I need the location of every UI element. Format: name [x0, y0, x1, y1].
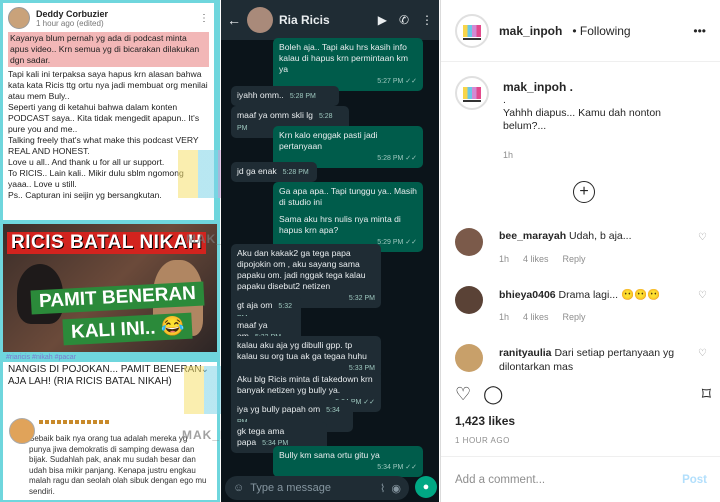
- message-time: 5:34 PM ✓✓: [377, 464, 417, 471]
- avatar[interactable]: [455, 286, 483, 314]
- message-text: iyahh omm..: [237, 90, 284, 100]
- back-arrow-icon[interactable]: ←: [227, 12, 241, 28]
- heart-icon[interactable]: ♡: [698, 348, 707, 359]
- avatar: [9, 418, 35, 444]
- message-text: kalau aku aja yg dibulli gpp. tp kalau s…: [237, 340, 367, 361]
- comment-text: Drama lagi... 😶😶😶: [558, 289, 661, 301]
- username[interactable]: mak_inpoh: [499, 24, 562, 38]
- comment-user[interactable]: ranityaulia Dari setiap pertanyaan yg di…: [499, 346, 699, 374]
- heart-icon[interactable]: ♡: [698, 290, 707, 301]
- thumbnail-title-top: RICIS BATAL NIKAH: [7, 232, 207, 254]
- message-text: Ga apa apa.. Tapi tunggu ya.. Masih di s…: [279, 186, 417, 207]
- chat-message[interactable]: Boleh aja.. Tapi aku hrs kasih info kala…: [273, 38, 423, 91]
- avatar[interactable]: [455, 76, 489, 110]
- comment-meta: 1h 4 likes Reply: [499, 312, 586, 322]
- caption-user[interactable]: mak_inpoh .: [503, 80, 573, 94]
- heart-icon[interactable]: ♡: [455, 384, 471, 405]
- post-author[interactable]: Deddy Corbuzier: [36, 9, 108, 19]
- message-text: Aku dan kakak2 ga tega papa dipojokin om…: [237, 248, 366, 291]
- chat-message[interactable]: jd ga enak 5:28 PM: [231, 162, 317, 182]
- comment-text: Sebaik baik nya orang tua adalah mereka …: [29, 434, 207, 496]
- comment-icon[interactable]: ◯: [483, 384, 503, 405]
- comment-meta: 1h 4 likes Reply: [499, 254, 586, 264]
- post-button[interactable]: Post: [682, 474, 707, 486]
- comment-text: Udah, b aja...: [569, 230, 632, 242]
- message-input[interactable]: ☺ Type a message ⌇ ◉: [225, 476, 409, 500]
- phone-icon[interactable]: ✆: [399, 13, 409, 27]
- caption-time: 1h: [503, 150, 514, 160]
- reply-button[interactable]: Reply: [563, 254, 586, 264]
- action-bar: ♡ ◯ ⌑: [455, 384, 711, 405]
- more-options-icon[interactable]: •••: [693, 24, 706, 38]
- thumbnail-title-bottom: KALI INI.. 😂: [62, 312, 193, 346]
- message-text: Boleh aja.. Tapi aku hrs kasih info kala…: [279, 42, 408, 74]
- more-options-icon[interactable]: ⋮: [421, 13, 433, 27]
- comment-user[interactable]: bhieya0406 Drama lagi... 😶😶😶: [499, 288, 660, 301]
- caption-text: . Yahhh diapus... Kamu dah nonton belum?…: [503, 94, 662, 132]
- avatar[interactable]: [455, 344, 483, 372]
- instagram-panel: mak_inpoh • Following ••• mak_inpoh . . …: [440, 0, 720, 502]
- message-text: Sama aku hrs nulis nya minta di hapus kr…: [279, 214, 401, 235]
- message-text: Aku blg Ricis minta di takedown krn bany…: [237, 374, 373, 395]
- add-comment-bar: Add a comment... Post: [441, 456, 720, 502]
- comment-card: Sebaik baik nya orang tua adalah mereka …: [3, 414, 217, 500]
- message-text: maaf ya omm skli lg: [237, 110, 313, 120]
- commenter-name-scribble: [39, 420, 109, 424]
- add-comment-input[interactable]: Add a comment...: [455, 474, 682, 486]
- reply-button[interactable]: Reply: [563, 312, 586, 322]
- message-text: iya yg bully papah om: [237, 404, 321, 414]
- post-header: mak_inpoh • Following •••: [441, 0, 720, 62]
- message-time: 5:28 PM: [289, 93, 316, 100]
- avatar[interactable]: [247, 7, 273, 33]
- contact-name[interactable]: Ria Ricis: [279, 13, 330, 27]
- chat-message[interactable]: Bully km sama ortu gitu ya 5:34 PM ✓✓: [273, 446, 423, 477]
- load-more-comments-icon[interactable]: +: [573, 181, 595, 203]
- post-highlight: Kayanya blum pernah yg ada di podcast mi…: [8, 32, 209, 67]
- video-tags[interactable]: #riaricis #nikah #pacar: [6, 354, 76, 361]
- message-text: jd ga enak: [237, 166, 277, 176]
- comment-user[interactable]: bee_marayah Udah, b aja...: [499, 230, 632, 242]
- avatar[interactable]: [455, 13, 489, 48]
- mic-icon[interactable]: ●: [415, 476, 437, 498]
- more-options-icon[interactable]: ⋮: [199, 13, 209, 24]
- left-panel: Deddy Corbuzier 1 hour ago (edited) ⋮ Ka…: [0, 0, 220, 502]
- likes-count[interactable]: 1,423 likes: [455, 414, 515, 428]
- message-text: gt aja om: [237, 300, 273, 310]
- chat-header: ← Ria Ricis ▶ ✆ ⋮: [221, 0, 439, 40]
- heart-icon[interactable]: ♡: [698, 232, 707, 243]
- video-heading: NANGIS DI POJOKAN... PAMIT BENERAN AJA L…: [8, 364, 202, 387]
- message-text: Bully km sama ortu gitu ya: [279, 450, 380, 460]
- video-thumbnail[interactable]: RICIS BATAL NIKAH PAMIT BENERAN KALI INI…: [3, 224, 217, 352]
- following-label[interactable]: • Following: [572, 24, 630, 38]
- camera-icon[interactable]: ◉: [391, 482, 401, 495]
- bookmark-icon[interactable]: ⌑: [702, 384, 711, 405]
- video-call-icon[interactable]: ▶: [378, 13, 387, 27]
- avatar[interactable]: [8, 7, 30, 29]
- message-time: 5:28 PM: [282, 169, 309, 176]
- avatar[interactable]: [455, 228, 483, 256]
- whatsapp-chat: ← Ria Ricis ▶ ✆ ⋮ Boleh aja.. Tapi aku h…: [221, 0, 439, 502]
- chat-message[interactable]: iyahh omm.. 5:28 PM: [231, 86, 339, 106]
- emoji-icon[interactable]: ☺: [233, 482, 244, 494]
- attach-icon[interactable]: ⌇: [380, 482, 385, 495]
- comment-text: Dari setiap pertanyaan yg dilontarkan ma…: [499, 347, 675, 373]
- input-placeholder: Type a message: [250, 482, 331, 494]
- post-age: 1 HOUR AGO: [455, 436, 510, 445]
- message-text: Krn kalo enggak pasti jadi pertanyaan: [279, 130, 378, 151]
- post-time: 1 hour ago (edited): [36, 18, 104, 28]
